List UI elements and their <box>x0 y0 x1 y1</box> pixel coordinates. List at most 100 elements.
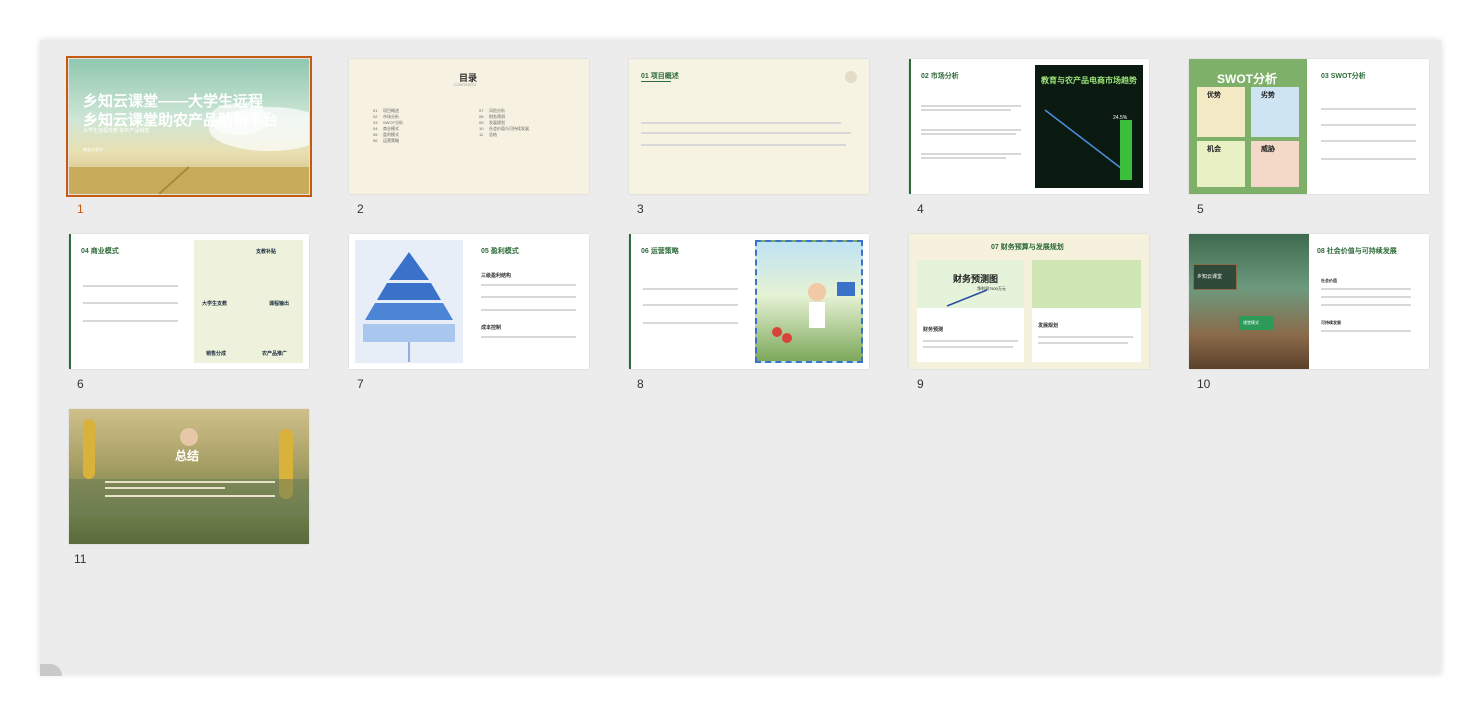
slide-thumbnail-7[interactable]: 05 盈利模式 三级盈利结构 成本控制 <box>349 234 589 369</box>
slide-1-subtitle: 大学生远程支教 助农产品销售 <box>83 128 150 134</box>
slide-thumbnail-10[interactable]: 乡知云课堂 课堂模式 08 社会价值与可持续发展 社会价值 可持续发展 <box>1189 234 1429 369</box>
finance-card: 财务预测图 净利润7500万元 财务预测 <box>917 260 1024 362</box>
pyramid-diagram <box>355 240 463 363</box>
text-line <box>1321 158 1416 160</box>
text-line <box>921 153 1021 155</box>
text-line <box>643 288 738 290</box>
text-line <box>1038 336 1133 338</box>
text-line <box>481 309 576 311</box>
slide-number-5: 5 <box>1197 202 1204 216</box>
operations-image <box>755 240 863 363</box>
slide-10-title: 08 社会价值与可持续发展 <box>1317 248 1397 255</box>
slide-thumbnail-4[interactable]: 02 市场分析 教育与农产品电商市场趋势 24.5% <box>909 59 1149 194</box>
text-line <box>105 495 275 497</box>
text-line <box>1321 330 1411 332</box>
toc-left-num: 01 02 03 04 05 06 <box>373 108 378 143</box>
blackboard: 乡知云课堂 <box>1193 264 1237 290</box>
text-line <box>921 109 1011 111</box>
text-line <box>1321 304 1411 306</box>
slide-thumbnail-9[interactable]: 07 财务预算与发展规划 财务预测图 净利润7500万元 财务预测 发展规划 <box>909 234 1149 369</box>
node-subsidy: 支教补贴 <box>256 249 277 255</box>
slide-number-6: 6 <box>77 377 84 391</box>
text-line <box>923 346 1013 348</box>
text-line <box>1038 342 1128 344</box>
slide-7-sub1: 三级盈利结构 <box>481 273 512 279</box>
text-line <box>105 487 225 489</box>
text-line <box>641 132 851 134</box>
swot-weakness: 劣势 <box>1251 87 1299 137</box>
slide-10-s1: 社会价值 <box>1321 278 1337 283</box>
node-promotion: 农产品推广 <box>262 351 288 357</box>
text-line <box>83 320 178 322</box>
trend-line-chart <box>1044 109 1132 180</box>
farm-illustration <box>772 282 855 343</box>
slide-1-title: 乡知云课堂——大学生远程 <box>83 93 264 110</box>
slide-number-7: 7 <box>357 377 364 391</box>
slide-1-footer: 商业计划书 <box>83 147 103 152</box>
text-line <box>643 322 738 324</box>
laptop-screen: 课堂模式 <box>1239 316 1273 330</box>
slide-10-s2: 可持续发展 <box>1321 320 1341 325</box>
slide-4-title: 02 市场分析 <box>921 73 959 80</box>
finance-left-heading: 财务预测 <box>923 327 944 333</box>
slide-thumbnail-2[interactable]: 目录 CONTENTS 01 02 03 04 05 06 项目概述 市场分析 SWOT分析商… <box>349 59 589 194</box>
finance-arrow <box>946 289 988 307</box>
slide-thumbnail-3[interactable]: 01 项目概述 <box>629 59 869 194</box>
swot-threat: 威胁 <box>1251 141 1299 187</box>
slide-number-2: 2 <box>357 202 364 216</box>
slide-thumbnail-8[interactable]: 06 运营策略 <box>629 234 869 369</box>
business-model-image: 支教补贴 大学生支教 课程输出 销售分成 农产品推广 <box>194 240 303 363</box>
slide-thumbnail-6[interactable]: 04 商业模式 支教补贴 大学生支教 课程输出 销售分成 农产品推广 <box>69 234 309 369</box>
leaf-image <box>1032 260 1141 308</box>
toc-right-labels: 风险分析 财务预测 发展规划 社会价值与可持续发展 总结 <box>489 108 529 137</box>
node-course: 课程输出 <box>269 301 290 307</box>
classroom-image: 乡知云课堂 课堂模式 <box>1189 234 1309 369</box>
slide-2-subtitle: CONTENTS <box>454 82 476 87</box>
text-line <box>1321 124 1416 126</box>
finance-right-heading: 发展规划 <box>1038 323 1059 329</box>
slide-3-title: 01 项目概述 <box>641 73 679 80</box>
slide-number-8: 8 <box>637 377 644 391</box>
slide-accent-bar <box>69 234 71 369</box>
text-line <box>641 144 846 146</box>
slide-thumbnail-5[interactable]: SWOT分析 优势 劣势 机会 威胁 03 SWOT分析 <box>1189 59 1429 194</box>
text-line <box>83 302 178 304</box>
slide-7-sub2: 成本控制 <box>481 325 502 331</box>
text-line <box>1321 296 1411 298</box>
text-line <box>641 122 841 124</box>
text-line <box>921 133 1016 135</box>
text-line <box>643 304 738 306</box>
slide-number-4: 4 <box>917 202 924 216</box>
text-line <box>105 481 275 483</box>
node-teaching: 大学生支教 <box>202 301 228 307</box>
text-line <box>921 157 1006 159</box>
text-line <box>921 129 1021 131</box>
slide-accent-bar <box>909 59 911 194</box>
title-underline <box>641 81 671 82</box>
summary-background <box>69 419 309 517</box>
toc-left-labels: 项目概述 市场分析 SWOT分析 商业模式 盈利模式 运营策略 <box>383 108 403 143</box>
text-line <box>83 285 178 287</box>
swot-image: SWOT分析 优势 劣势 机会 威胁 <box>1189 59 1307 194</box>
slide-accent-bar <box>629 234 631 369</box>
node-sales: 销售分成 <box>206 351 227 357</box>
text-line <box>481 336 576 338</box>
slide-number-11: 11 <box>74 552 87 566</box>
swot-image-title: SWOT分析 <box>1217 72 1277 86</box>
finance-chart-image: 财务预测图 净利润7500万元 <box>917 260 1024 308</box>
slide-number-1: 1 <box>77 202 84 216</box>
slide-thumbnail-11[interactable]: 总结 <box>69 409 309 544</box>
text-line <box>1321 140 1416 142</box>
market-trend-image: 教育与农产品电商市场趋势 24.5% <box>1035 65 1143 188</box>
text-line <box>921 105 1021 107</box>
text-line <box>481 296 576 298</box>
swot-opportunity: 机会 <box>1197 141 1245 187</box>
slide-9-title: 07 财务预算与发展规划 <box>991 244 1064 251</box>
slide-8-title: 06 运营策略 <box>641 248 679 255</box>
text-line <box>481 284 576 286</box>
slide-thumbnail-1[interactable]: 乡知云课堂——大学生远程 乡知云课堂助农产品助销平台 大学生远程支教 助农产品销… <box>66 56 312 197</box>
slide-number-9: 9 <box>917 377 924 391</box>
slide-number-10: 10 <box>1197 377 1211 391</box>
slide-number-3: 3 <box>637 202 644 216</box>
slide-6-title: 04 商业模式 <box>81 248 119 255</box>
